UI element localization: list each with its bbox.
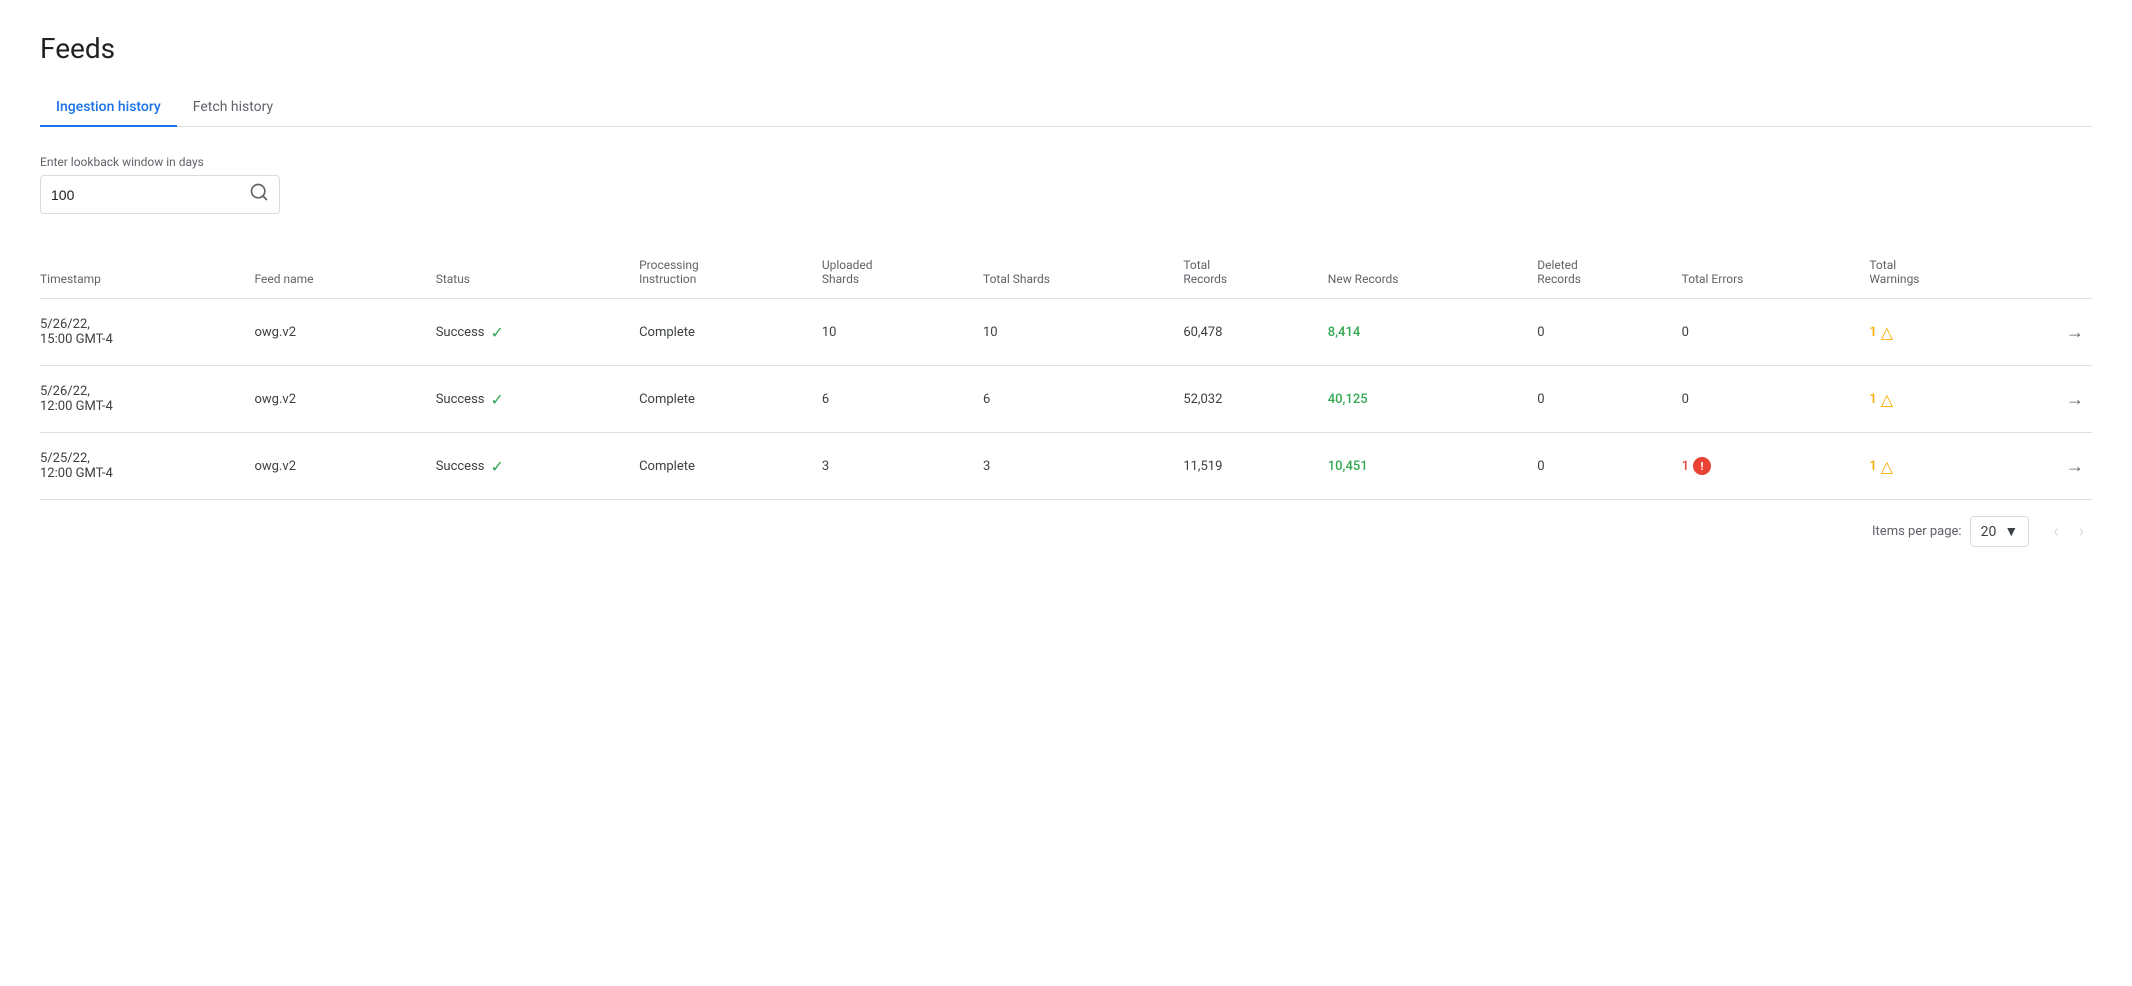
search-box (40, 175, 280, 214)
search-section: Enter lookback window in days (40, 155, 2092, 214)
status-text: Success (436, 392, 485, 407)
search-label: Enter lookback window in days (40, 155, 2092, 169)
items-per-page-value: 20 (1981, 524, 1997, 540)
table-row: 5/26/22, 12:00 GMT-4owg.v2Success ✓ Comple… (40, 366, 2092, 433)
col-processing-instruction: ProcessingInstruction (639, 246, 822, 299)
page-navigation: ‹ › (2045, 517, 2092, 546)
check-icon: ✓ (491, 457, 504, 476)
cell-total-warnings: 1△ (1869, 299, 2029, 366)
cell-total-errors: 0 (1682, 299, 1870, 366)
status-text: Success (436, 325, 485, 340)
cell-timestamp: 5/25/22, 12:00 GMT-4 (40, 433, 254, 500)
cell-processing-instruction: Complete (639, 366, 822, 433)
warning-triangle-icon: △ (1881, 390, 1893, 409)
error-count: 1 (1682, 459, 1689, 474)
warning-count: 1 (1869, 325, 1876, 340)
cell-processing-instruction: Complete (639, 299, 822, 366)
cell-timestamp: 5/26/22, 12:00 GMT-4 (40, 366, 254, 433)
col-total-shards: Total Shards (983, 246, 1183, 299)
items-per-page-container: Items per page: 20 ▼ (1872, 516, 2029, 547)
col-deleted-records: DeletedRecords (1537, 246, 1681, 299)
table-row: 5/26/22, 15:00 GMT-4owg.v2Success ✓ Comple… (40, 299, 2092, 366)
tab-fetch-history[interactable]: Fetch history (177, 89, 289, 127)
next-page-button[interactable]: › (2071, 517, 2092, 546)
cell-deleted-records: 0 (1537, 433, 1681, 500)
cell-nav-arrow[interactable]: → (2029, 299, 2092, 366)
col-new-records: New Records (1328, 246, 1537, 299)
cell-status: Success ✓ (436, 299, 639, 366)
cell-total-records: 60,478 (1183, 299, 1327, 366)
cell-new-records: 40,125 (1328, 366, 1537, 433)
cell-feed-name: owg.v2 (254, 299, 435, 366)
cell-total-errors: 0 (1682, 366, 1870, 433)
cell-uploaded-shards: 3 (822, 433, 983, 500)
pagination: Items per page: 20 ▼ ‹ › (40, 516, 2092, 547)
cell-deleted-records: 0 (1537, 299, 1681, 366)
cell-total-records: 52,032 (1183, 366, 1327, 433)
status-text: Success (436, 459, 485, 474)
cell-nav-arrow[interactable]: → (2029, 366, 2092, 433)
cell-processing-instruction: Complete (639, 433, 822, 500)
items-per-page-select[interactable]: 20 ▼ (1970, 516, 2030, 547)
page-title: Feeds (40, 32, 2092, 65)
col-total-records: TotalRecords (1183, 246, 1327, 299)
check-icon: ✓ (491, 323, 504, 342)
tabs-container: Ingestion history Fetch history (40, 89, 2092, 127)
cell-uploaded-shards: 6 (822, 366, 983, 433)
items-per-page-label: Items per page: (1872, 524, 1962, 539)
col-total-warnings: TotalWarnings (1869, 246, 2029, 299)
col-status: Status (436, 246, 639, 299)
col-uploaded-shards: UploadedShards (822, 246, 983, 299)
cell-feed-name: owg.v2 (254, 433, 435, 500)
col-nav (2029, 246, 2092, 299)
cell-total-errors: 1! (1682, 433, 1870, 500)
cell-timestamp: 5/26/22, 15:00 GMT-4 (40, 299, 254, 366)
search-icon[interactable] (249, 182, 269, 207)
cell-status: Success ✓ (436, 366, 639, 433)
cell-feed-name: owg.v2 (254, 366, 435, 433)
warning-triangle-icon: △ (1881, 457, 1893, 476)
error-icon: ! (1693, 457, 1711, 475)
table-row: 5/25/22, 12:00 GMT-4owg.v2Success ✓ Comple… (40, 433, 2092, 500)
table-header-row: Timestamp Feed name Status ProcessingIns… (40, 246, 2092, 299)
chevron-down-icon: ▼ (2004, 523, 2018, 540)
cell-uploaded-shards: 10 (822, 299, 983, 366)
cell-total-warnings: 1△ (1869, 433, 2029, 500)
warning-count: 1 (1869, 392, 1876, 407)
prev-page-button[interactable]: ‹ (2045, 517, 2066, 546)
cell-total-shards: 6 (983, 366, 1183, 433)
warning-count: 1 (1869, 459, 1876, 474)
warning-triangle-icon: △ (1881, 323, 1893, 342)
cell-total-shards: 10 (983, 299, 1183, 366)
cell-total-shards: 3 (983, 433, 1183, 500)
col-feed-name: Feed name (254, 246, 435, 299)
cell-new-records: 8,414 (1328, 299, 1537, 366)
check-icon: ✓ (491, 390, 504, 409)
col-total-errors: Total Errors (1682, 246, 1870, 299)
cell-status: Success ✓ (436, 433, 639, 500)
search-input[interactable] (51, 187, 249, 203)
cell-deleted-records: 0 (1537, 366, 1681, 433)
tab-ingestion-history[interactable]: Ingestion history (40, 89, 177, 127)
ingestion-table: Timestamp Feed name Status ProcessingIns… (40, 246, 2092, 500)
col-timestamp: Timestamp (40, 246, 254, 299)
cell-total-records: 11,519 (1183, 433, 1327, 500)
cell-new-records: 10,451 (1328, 433, 1537, 500)
cell-total-warnings: 1△ (1869, 366, 2029, 433)
cell-nav-arrow[interactable]: → (2029, 433, 2092, 500)
